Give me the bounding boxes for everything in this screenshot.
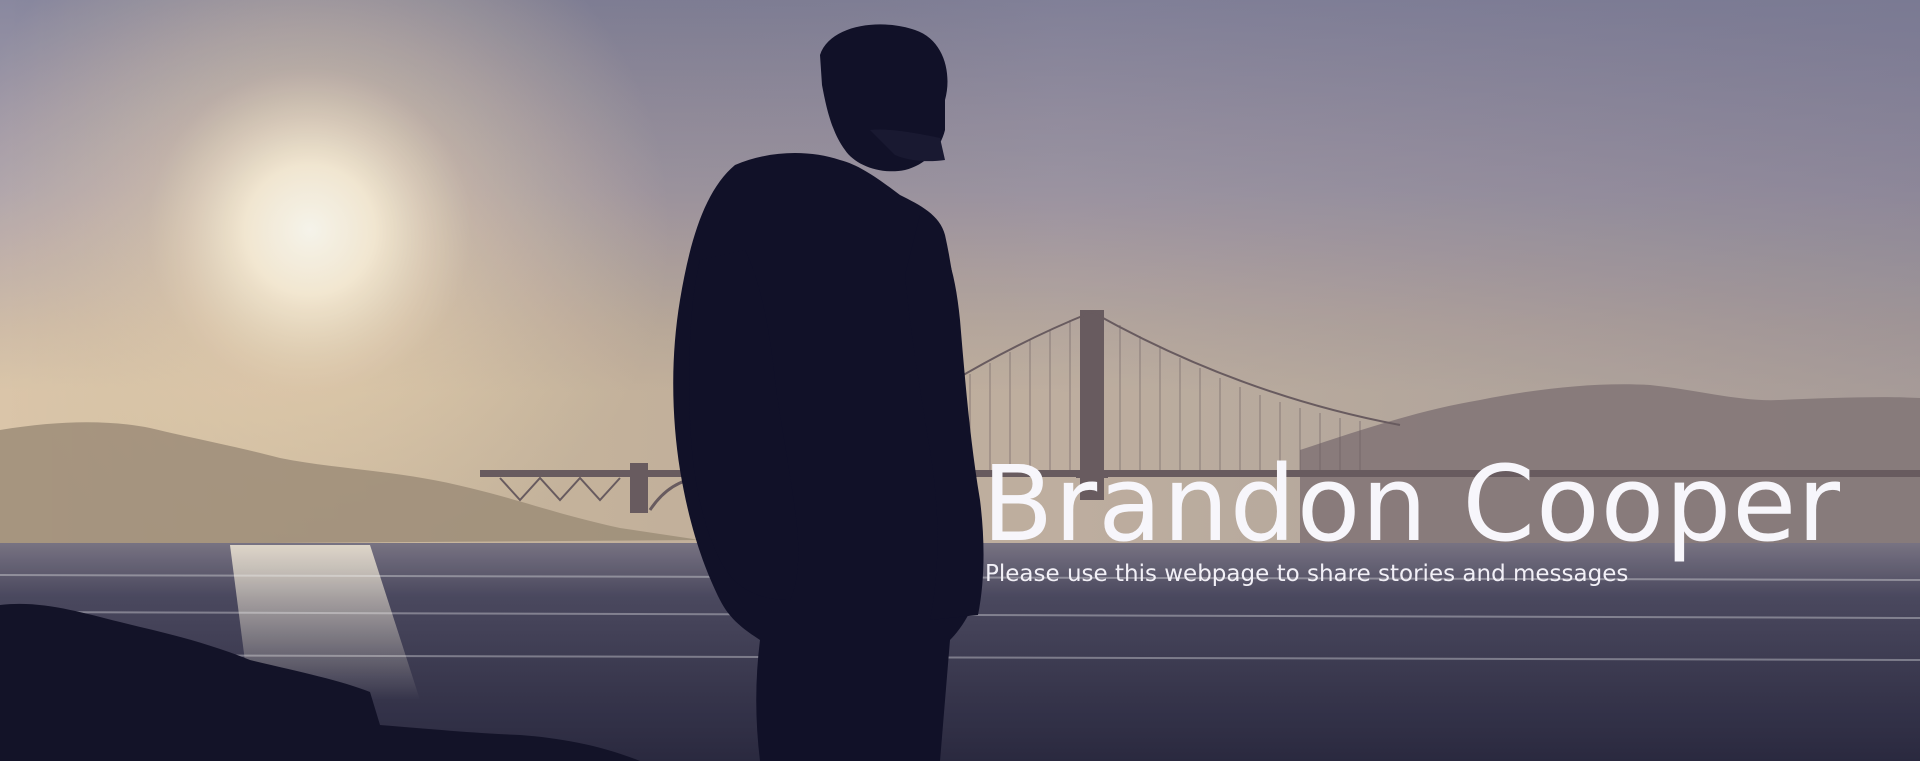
hero-background-image [0, 0, 1920, 761]
page-subtitle: Please use this webpage to share stories… [985, 561, 1629, 587]
hero-banner: Brandon Cooper Please use this webpage t… [0, 0, 1920, 761]
page-title: Brandon Cooper [982, 443, 1841, 565]
hero-title-block: Brandon Cooper Please use this webpage t… [982, 452, 1841, 587]
